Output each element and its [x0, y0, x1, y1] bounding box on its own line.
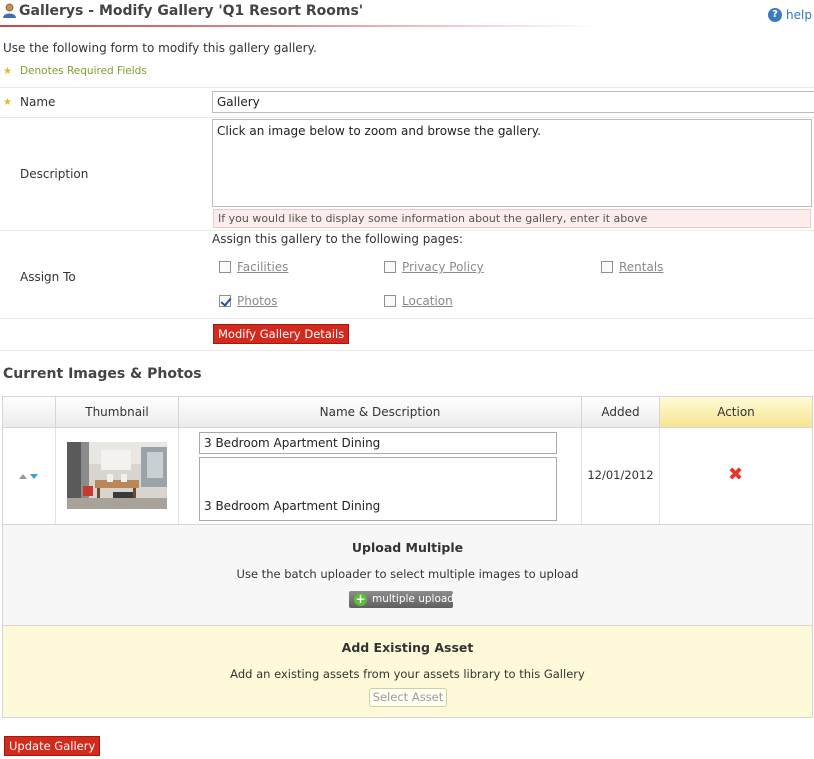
delete-x-icon[interactable]: ✖ [728, 466, 743, 484]
image-description-textarea[interactable]: 3 Bedroom Apartment Dining [199, 457, 557, 521]
description-textarea[interactable]: Click an image below to zoom and browse … [212, 119, 812, 207]
upload-multiple-panel: Upload Multiple Use the batch uploader t… [3, 525, 812, 626]
help-link[interactable]: ? help [768, 8, 812, 22]
assign-label: Assign To [20, 270, 76, 284]
dining-room-photo [67, 442, 167, 509]
existing-title: Add Existing Asset [341, 640, 474, 655]
help-icon: ? [768, 8, 783, 22]
modify-gallery-button[interactable]: Modify Gallery Details [213, 324, 350, 344]
divider [0, 318, 814, 319]
column-header-order [3, 397, 56, 428]
divider [0, 230, 814, 231]
page-checkbox-facilities[interactable]: Facilities [219, 260, 288, 274]
page-link[interactable]: Privacy Policy [402, 260, 484, 274]
move-up-icon[interactable] [19, 474, 27, 479]
page-checkbox-photos[interactable]: Photos [219, 294, 277, 308]
image-name-input[interactable] [199, 432, 557, 454]
column-header-name: Name & Description [179, 397, 582, 428]
name-input[interactable] [212, 91, 814, 113]
name-label: Name [20, 95, 56, 109]
divider [0, 350, 814, 351]
page-link[interactable]: Facilities [237, 260, 288, 274]
upload-title: Upload Multiple [351, 540, 464, 555]
description-hint: If you would like to display some inform… [213, 209, 811, 228]
page-link[interactable]: Photos [237, 294, 277, 308]
existing-text: Add an existing assets from your assets … [230, 667, 585, 681]
checkbox[interactable] [219, 261, 231, 273]
assign-instructions: Assign this gallery to the following pag… [212, 232, 464, 246]
divider [0, 117, 814, 118]
required-star-icon: ★ [3, 65, 12, 77]
required-note: ★ Denotes Required Fields [3, 65, 147, 77]
select-asset-button[interactable]: Select Asset [369, 688, 447, 707]
title-underline [0, 25, 600, 27]
page-header: Gallerys - Modify Gallery 'Q1 Resort Roo… [0, 0, 814, 30]
checkbox[interactable] [384, 295, 396, 307]
added-date: 12/01/2012 [587, 468, 654, 482]
required-star-icon: ★ [3, 97, 12, 108]
checkbox[interactable] [219, 295, 231, 307]
divider [0, 87, 814, 88]
multiple-upload-button[interactable]: + multiple upload [349, 591, 454, 608]
page-checkbox-location[interactable]: Location [384, 294, 453, 308]
checkbox[interactable] [601, 261, 613, 273]
thumbnail-cell [56, 428, 179, 525]
added-cell: 12/01/2012 [582, 428, 660, 525]
column-header-thumbnail: Thumbnail [56, 397, 179, 428]
page-checkbox-rentals[interactable]: Rentals [601, 260, 663, 274]
image-thumbnail[interactable] [67, 442, 167, 509]
upload-text: Use the batch uploader to select multipl… [236, 567, 579, 581]
move-down-icon[interactable] [30, 474, 38, 479]
help-label: help [786, 8, 812, 22]
images-table: Thumbnail Name & Description Added Actio… [2, 396, 813, 718]
page-checkbox-privacy-policy[interactable]: Privacy Policy [384, 260, 484, 274]
update-gallery-button[interactable]: Update Gallery [4, 736, 101, 756]
description-label: Description [20, 167, 89, 181]
images-section-title: Current Images & Photos [3, 366, 202, 382]
page-title: Gallerys - Modify Gallery 'Q1 Resort Roo… [19, 3, 364, 19]
add-existing-asset-panel: Add Existing Asset Add an existing asset… [3, 626, 812, 717]
checkbox[interactable] [384, 261, 396, 273]
page-link[interactable]: Location [402, 294, 453, 308]
multiple-upload-label: multiple upload [372, 593, 454, 605]
column-header-added: Added [582, 397, 660, 428]
user-icon [3, 3, 16, 18]
action-cell: ✖ [660, 428, 812, 525]
order-cell [3, 428, 56, 525]
page-link[interactable]: Rentals [619, 260, 663, 274]
column-header-action: Action [660, 397, 812, 428]
intro-text: Use the following form to modify this ga… [3, 41, 317, 55]
required-note-text: Denotes Required Fields [19, 65, 147, 77]
plus-icon: + [354, 592, 367, 606]
name-description-cell: 3 Bedroom Apartment Dining [179, 428, 582, 525]
